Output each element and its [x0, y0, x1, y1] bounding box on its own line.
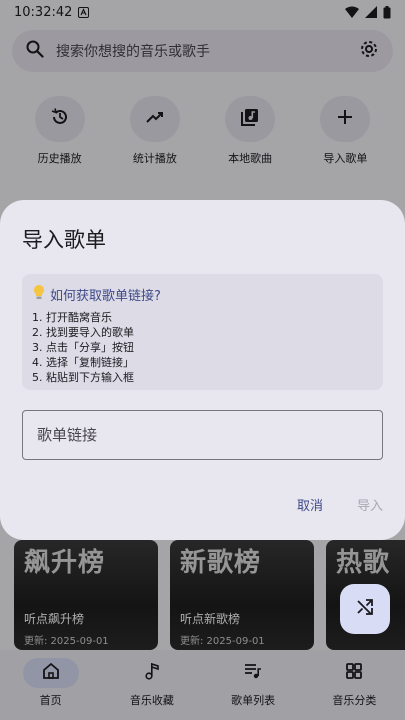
playlist-link-input[interactable] [37, 426, 368, 444]
shuffle-icon [355, 597, 375, 621]
help-box: 如何获取歌单链接? 1. 打开酷窝音乐 2. 找到要导入的歌单 3. 点击「分享… [22, 274, 383, 390]
help-step: 2. 找到要导入的歌单 [32, 326, 134, 339]
dialog-actions: 取消 导入 [297, 495, 383, 514]
import-playlist-dialog: 导入歌单 如何获取歌单链接? 1. 打开酷窝音乐 2. 找到要导入的歌单 3. … [0, 200, 405, 540]
help-header: 如何获取歌单链接? [32, 284, 373, 304]
help-step: 3. 点击「分享」按钮 [32, 341, 134, 354]
cancel-button[interactable]: 取消 [297, 495, 323, 514]
import-button[interactable]: 导入 [357, 495, 383, 514]
help-title: 如何获取歌单链接? [50, 288, 161, 304]
help-steps: 1. 打开酷窝音乐 2. 找到要导入的歌单 3. 点击「分享」按钮 4. 选择「… [32, 310, 373, 385]
shuffle-button[interactable] [340, 584, 390, 634]
dialog-title: 导入歌单 [22, 228, 106, 252]
lightbulb-icon [32, 284, 46, 304]
playlist-link-field[interactable] [22, 410, 383, 460]
help-step: 1. 打开酷窝音乐 [32, 311, 112, 324]
help-step: 5. 粘贴到下方输入框 [32, 371, 134, 384]
help-step: 4. 选择「复制链接」 [32, 356, 134, 369]
